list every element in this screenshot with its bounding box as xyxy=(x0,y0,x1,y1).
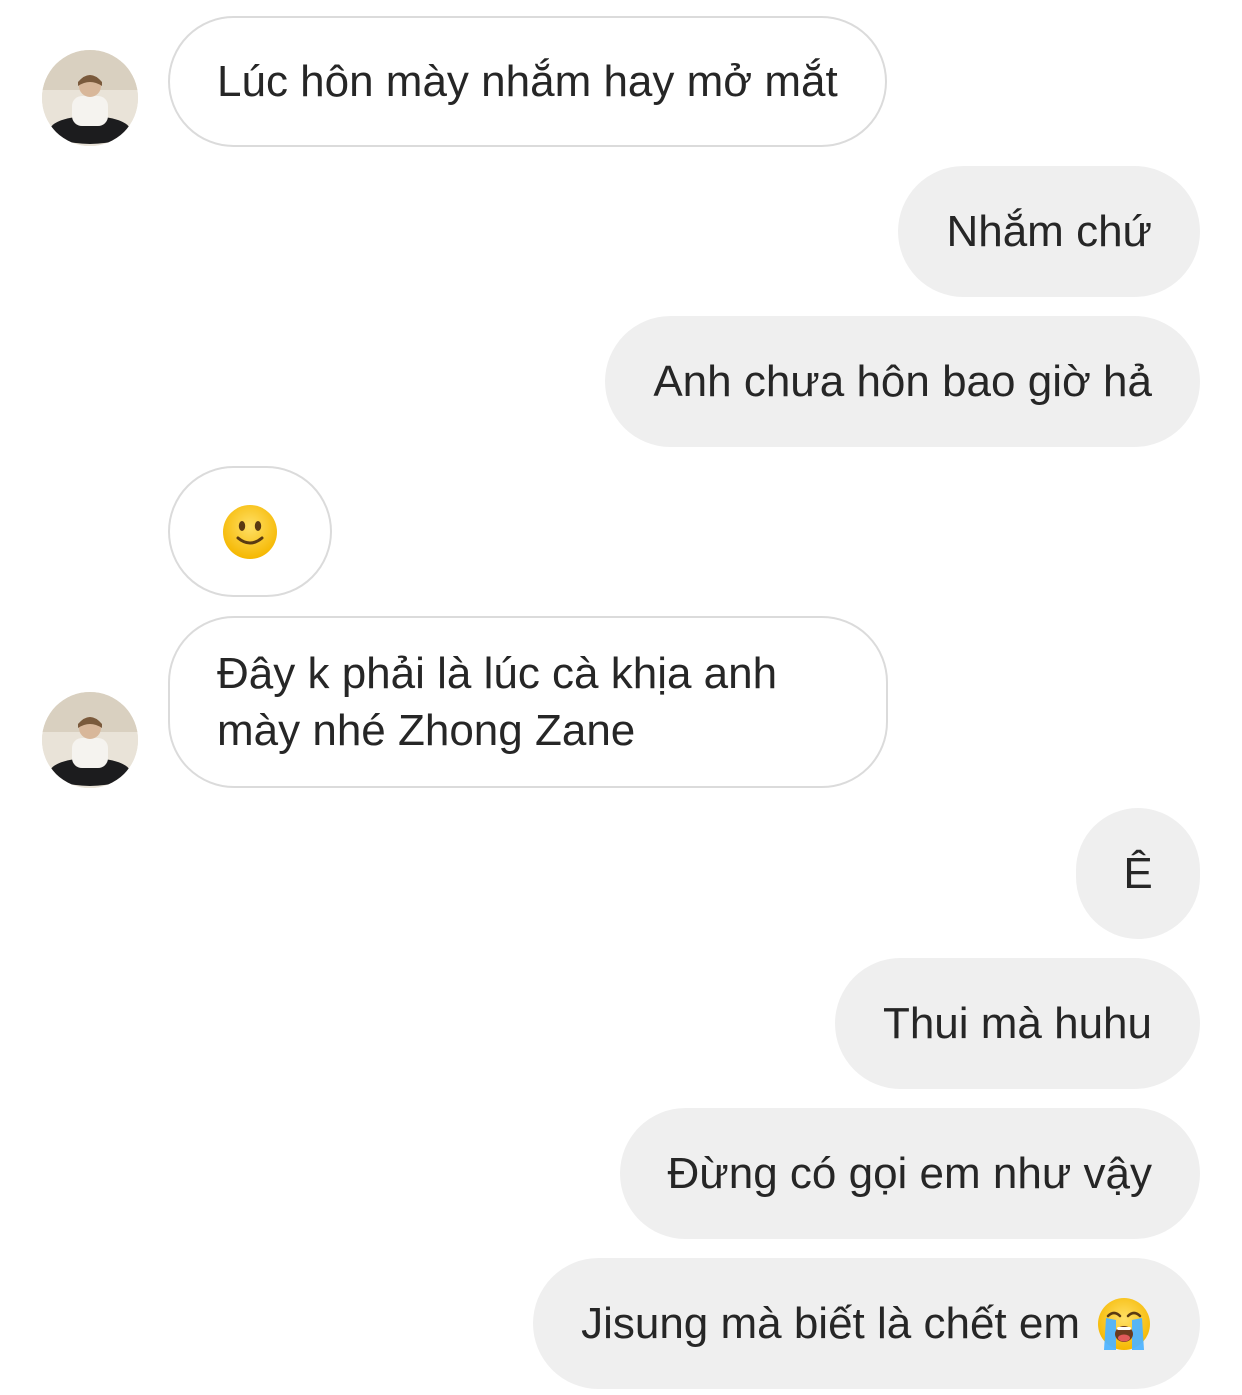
message-text: Đừng có gọi em như vậy xyxy=(667,1149,1152,1198)
outgoing-message[interactable]: Đừng có gọi em như vậy xyxy=(619,1108,1200,1239)
incoming-emoji-message[interactable] xyxy=(168,466,332,597)
incoming-message[interactable]: Đây k phải là lúc cà khịa anh mày nhé Zh… xyxy=(168,616,888,788)
outgoing-message[interactable]: Nhắm chứ xyxy=(898,166,1200,297)
contact-avatar[interactable] xyxy=(42,692,138,788)
avatar-photo xyxy=(42,50,138,146)
message-text: Lúc hôn mày nhắm hay mở mắt xyxy=(217,57,838,106)
message-text: Thui mà huhu xyxy=(882,999,1152,1048)
message-text: Ê xyxy=(1123,849,1153,898)
loudly-crying-face-icon xyxy=(1096,1296,1152,1352)
outgoing-message[interactable]: Thui mà huhu xyxy=(834,958,1200,1089)
message-text: Đây k phải là lúc cà khịa anh mày nhé Zh… xyxy=(217,645,777,759)
message-text-line: Đây k phải là lúc cà khịa anh xyxy=(217,649,778,698)
incoming-message[interactable]: Lúc hôn mày nhắm hay mở mắt xyxy=(168,16,887,147)
outgoing-message[interactable]: Ê xyxy=(1076,808,1200,939)
slightly-smiling-face-icon xyxy=(222,504,278,560)
message-text: Nhắm chứ xyxy=(946,207,1152,256)
message-text: Anh chưa hôn bao giờ hả xyxy=(653,357,1152,406)
outgoing-message[interactable]: Jisung mà biết là chết em xyxy=(533,1258,1200,1389)
message-text: Jisung mà biết là chết em xyxy=(581,1299,1080,1348)
outgoing-message[interactable]: Anh chưa hôn bao giờ hả xyxy=(605,316,1200,447)
message-text-line: mày nhé Zhong Zane xyxy=(217,706,636,755)
contact-avatar[interactable] xyxy=(42,50,138,146)
avatar-photo xyxy=(42,692,138,788)
